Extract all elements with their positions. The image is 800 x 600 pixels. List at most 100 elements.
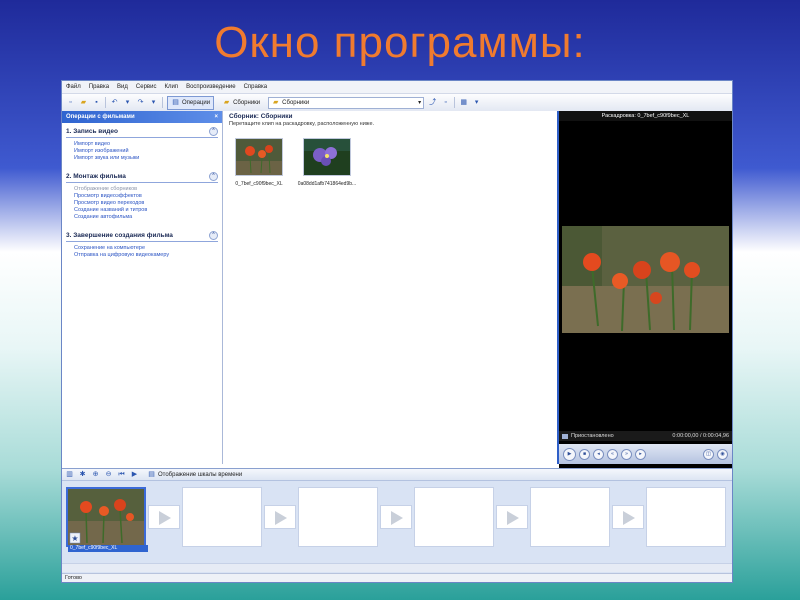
task-link[interactable]: Просмотр видеоэффектов (66, 193, 218, 200)
transition-arrow-icon (391, 511, 403, 525)
task-link[interactable]: Отправка на цифровую видеокамеру (66, 252, 218, 259)
storyboard-frame[interactable] (298, 487, 378, 547)
show-timeline-label: Отображение шкалы времени (158, 471, 243, 478)
menu-tools[interactable]: Сервис (136, 84, 157, 90)
task-link[interactable]: Просмотр видео переходов (66, 200, 218, 207)
collections-button[interactable]: ▰ Сборники (218, 96, 264, 110)
menu-edit[interactable]: Правка (89, 84, 109, 90)
storyboard-frame[interactable] (182, 487, 262, 547)
task-link[interactable]: Импорт изображений (66, 148, 218, 155)
up-folder-icon[interactable]: ⤴ (428, 98, 437, 107)
storyboard-frame[interactable] (530, 487, 610, 547)
operations-button[interactable]: ▤ Операции (167, 95, 215, 110)
playback-time: 0:00:00,00 / 0:00:04,96 (672, 433, 729, 439)
rewind-storyboard-icon[interactable]: ⏮ (117, 470, 126, 479)
preview-title: Раскадровка: 0_7bef_c90f9bec_XL (559, 111, 732, 121)
split-clip-icon[interactable]: ◫ (703, 448, 714, 460)
transition-slot[interactable] (264, 505, 296, 529)
operations-label: Операции (182, 99, 211, 106)
undo-dropdown-icon[interactable]: ▾ (123, 98, 132, 107)
audio-levels-icon[interactable]: ▥ (65, 470, 74, 479)
new-project-icon[interactable]: ▫ (66, 98, 75, 107)
forward-icon[interactable]: » (621, 448, 632, 460)
collection-pane: Сборник: Сборники Перетащите клип на рас… (223, 111, 711, 464)
previous-frame-icon[interactable]: ◂ (593, 448, 604, 460)
task-section-finish: 3. Завершение создания фильма ⌃ Сохранен… (62, 227, 222, 261)
toolbar: ▫ ▰ ▪ ↶ ▾ ↷ ▾ ▤ Операции ▰ Сборники ▰ Сб… (62, 94, 732, 112)
clip-item[interactable]: 0_7bef_c90f9bec_XL (229, 138, 289, 187)
collapse-icon[interactable]: ⌃ (209, 231, 218, 240)
task-link[interactable]: Создание названий и титров (66, 207, 218, 214)
new-collection-icon[interactable]: ▫ (441, 98, 450, 107)
playback-status: Приостановлено (571, 433, 614, 439)
task-link[interactable]: Сохранение на компьютере (66, 245, 218, 252)
storyboard-scrollbar[interactable] (62, 563, 732, 572)
section-title-text: 3. Завершение создания фильма (66, 232, 173, 239)
menu-file[interactable]: Файл (66, 84, 81, 90)
collapse-icon[interactable]: ⌃ (209, 172, 218, 181)
storyboard-frame[interactable] (646, 487, 726, 547)
task-link[interactable]: Импорт видео (66, 141, 218, 148)
transition-slot[interactable] (496, 505, 528, 529)
menu-bar: Файл Правка Вид Сервис Клип Воспроизведе… (62, 81, 732, 94)
task-link[interactable]: Импорт звука или музыки (66, 155, 218, 162)
section-title-text: 1. Запись видео (66, 128, 118, 135)
tasks-header-title: Операции с фильмами (66, 114, 135, 120)
folder-icon: ▰ (272, 99, 279, 106)
chevron-down-icon: ▾ (418, 100, 422, 106)
storyboard-thumbnail: ★ (68, 489, 144, 545)
transition-arrow-icon (159, 511, 171, 525)
svg-text:★: ★ (71, 534, 78, 543)
task-link[interactable]: Создание автофильма (66, 214, 218, 221)
storyboard-frame[interactable]: ★ (66, 487, 146, 547)
play-icon[interactable]: ▶ (563, 447, 576, 461)
save-project-icon[interactable]: ▪ (92, 98, 101, 107)
tasks-header: Операции с фильмами × (62, 111, 222, 123)
menu-playback[interactable]: Воспроизведение (186, 84, 236, 90)
redo-icon[interactable]: ↷ (136, 98, 145, 107)
clip-caption: 0a08dd1afb741864ed9b... (297, 181, 357, 187)
slide-title: Окно программы: (214, 18, 586, 67)
zoom-in-icon[interactable]: ⊕ (91, 470, 100, 479)
storyboard-frames: ★ (66, 487, 728, 553)
collection-select-value: Сборники (282, 99, 310, 106)
folder-icon: ▰ (223, 99, 230, 106)
menu-view[interactable]: Вид (117, 84, 128, 90)
play-storyboard-icon[interactable]: ▶ (130, 470, 139, 479)
pin-icon[interactable]: ✱ (78, 470, 87, 479)
rewind-icon[interactable]: « (607, 448, 618, 460)
collapse-icon[interactable]: ⌃ (209, 127, 218, 136)
stop-icon[interactable]: ■ (579, 448, 590, 460)
clip-item[interactable]: 0a08dd1afb741864ed9b... (297, 138, 357, 187)
task-section-title[interactable]: 3. Завершение создания фильма ⌃ (66, 231, 218, 242)
task-link[interactable]: Отображение сборников (66, 186, 218, 193)
show-timeline-button[interactable]: ▤ Отображение шкалы времени (143, 468, 246, 482)
storyboard-frame[interactable] (414, 487, 494, 547)
collection-select[interactable]: ▰ Сборники ▾ (268, 96, 425, 109)
clip-thumbnail (303, 138, 351, 176)
transition-slot[interactable] (148, 505, 180, 529)
preview-frame (562, 226, 729, 333)
task-section-title[interactable]: 2. Монтаж фильма ⌃ (66, 172, 218, 183)
transition-slot[interactable] (612, 505, 644, 529)
status-icon (562, 433, 568, 439)
transition-slot[interactable] (380, 505, 412, 529)
open-project-icon[interactable]: ▰ (79, 98, 88, 107)
next-frame-icon[interactable]: ▸ (635, 448, 646, 460)
redo-dropdown-icon[interactable]: ▾ (149, 98, 158, 107)
storyboard-toolbar: ▥ ✱ ⊕ ⊖ ⏮ ▶ ▤ Отображение шкалы времени (62, 469, 732, 481)
menu-help[interactable]: Справка (244, 84, 268, 90)
collection-hint: Перетащите клип на раскадровку, располож… (229, 121, 375, 127)
menu-clip[interactable]: Клип (164, 84, 178, 90)
snapshot-icon[interactable]: ◉ (717, 448, 728, 460)
toolbar-separator (105, 97, 106, 108)
task-section-title[interactable]: 1. Запись видео ⌃ (66, 127, 218, 138)
views-dropdown-icon[interactable]: ▾ (472, 98, 481, 107)
task-section-capture: 1. Запись видео ⌃ Импорт видео Импорт из… (62, 123, 222, 164)
zoom-out-icon[interactable]: ⊖ (104, 470, 113, 479)
preview-status-bar: Приостановлено 0:00:00,00 / 0:00:04,96 (559, 431, 732, 441)
transition-arrow-icon (623, 511, 635, 525)
views-icon[interactable]: ▦ (459, 98, 468, 107)
undo-icon[interactable]: ↶ (110, 98, 119, 107)
close-icon[interactable]: × (214, 114, 218, 120)
